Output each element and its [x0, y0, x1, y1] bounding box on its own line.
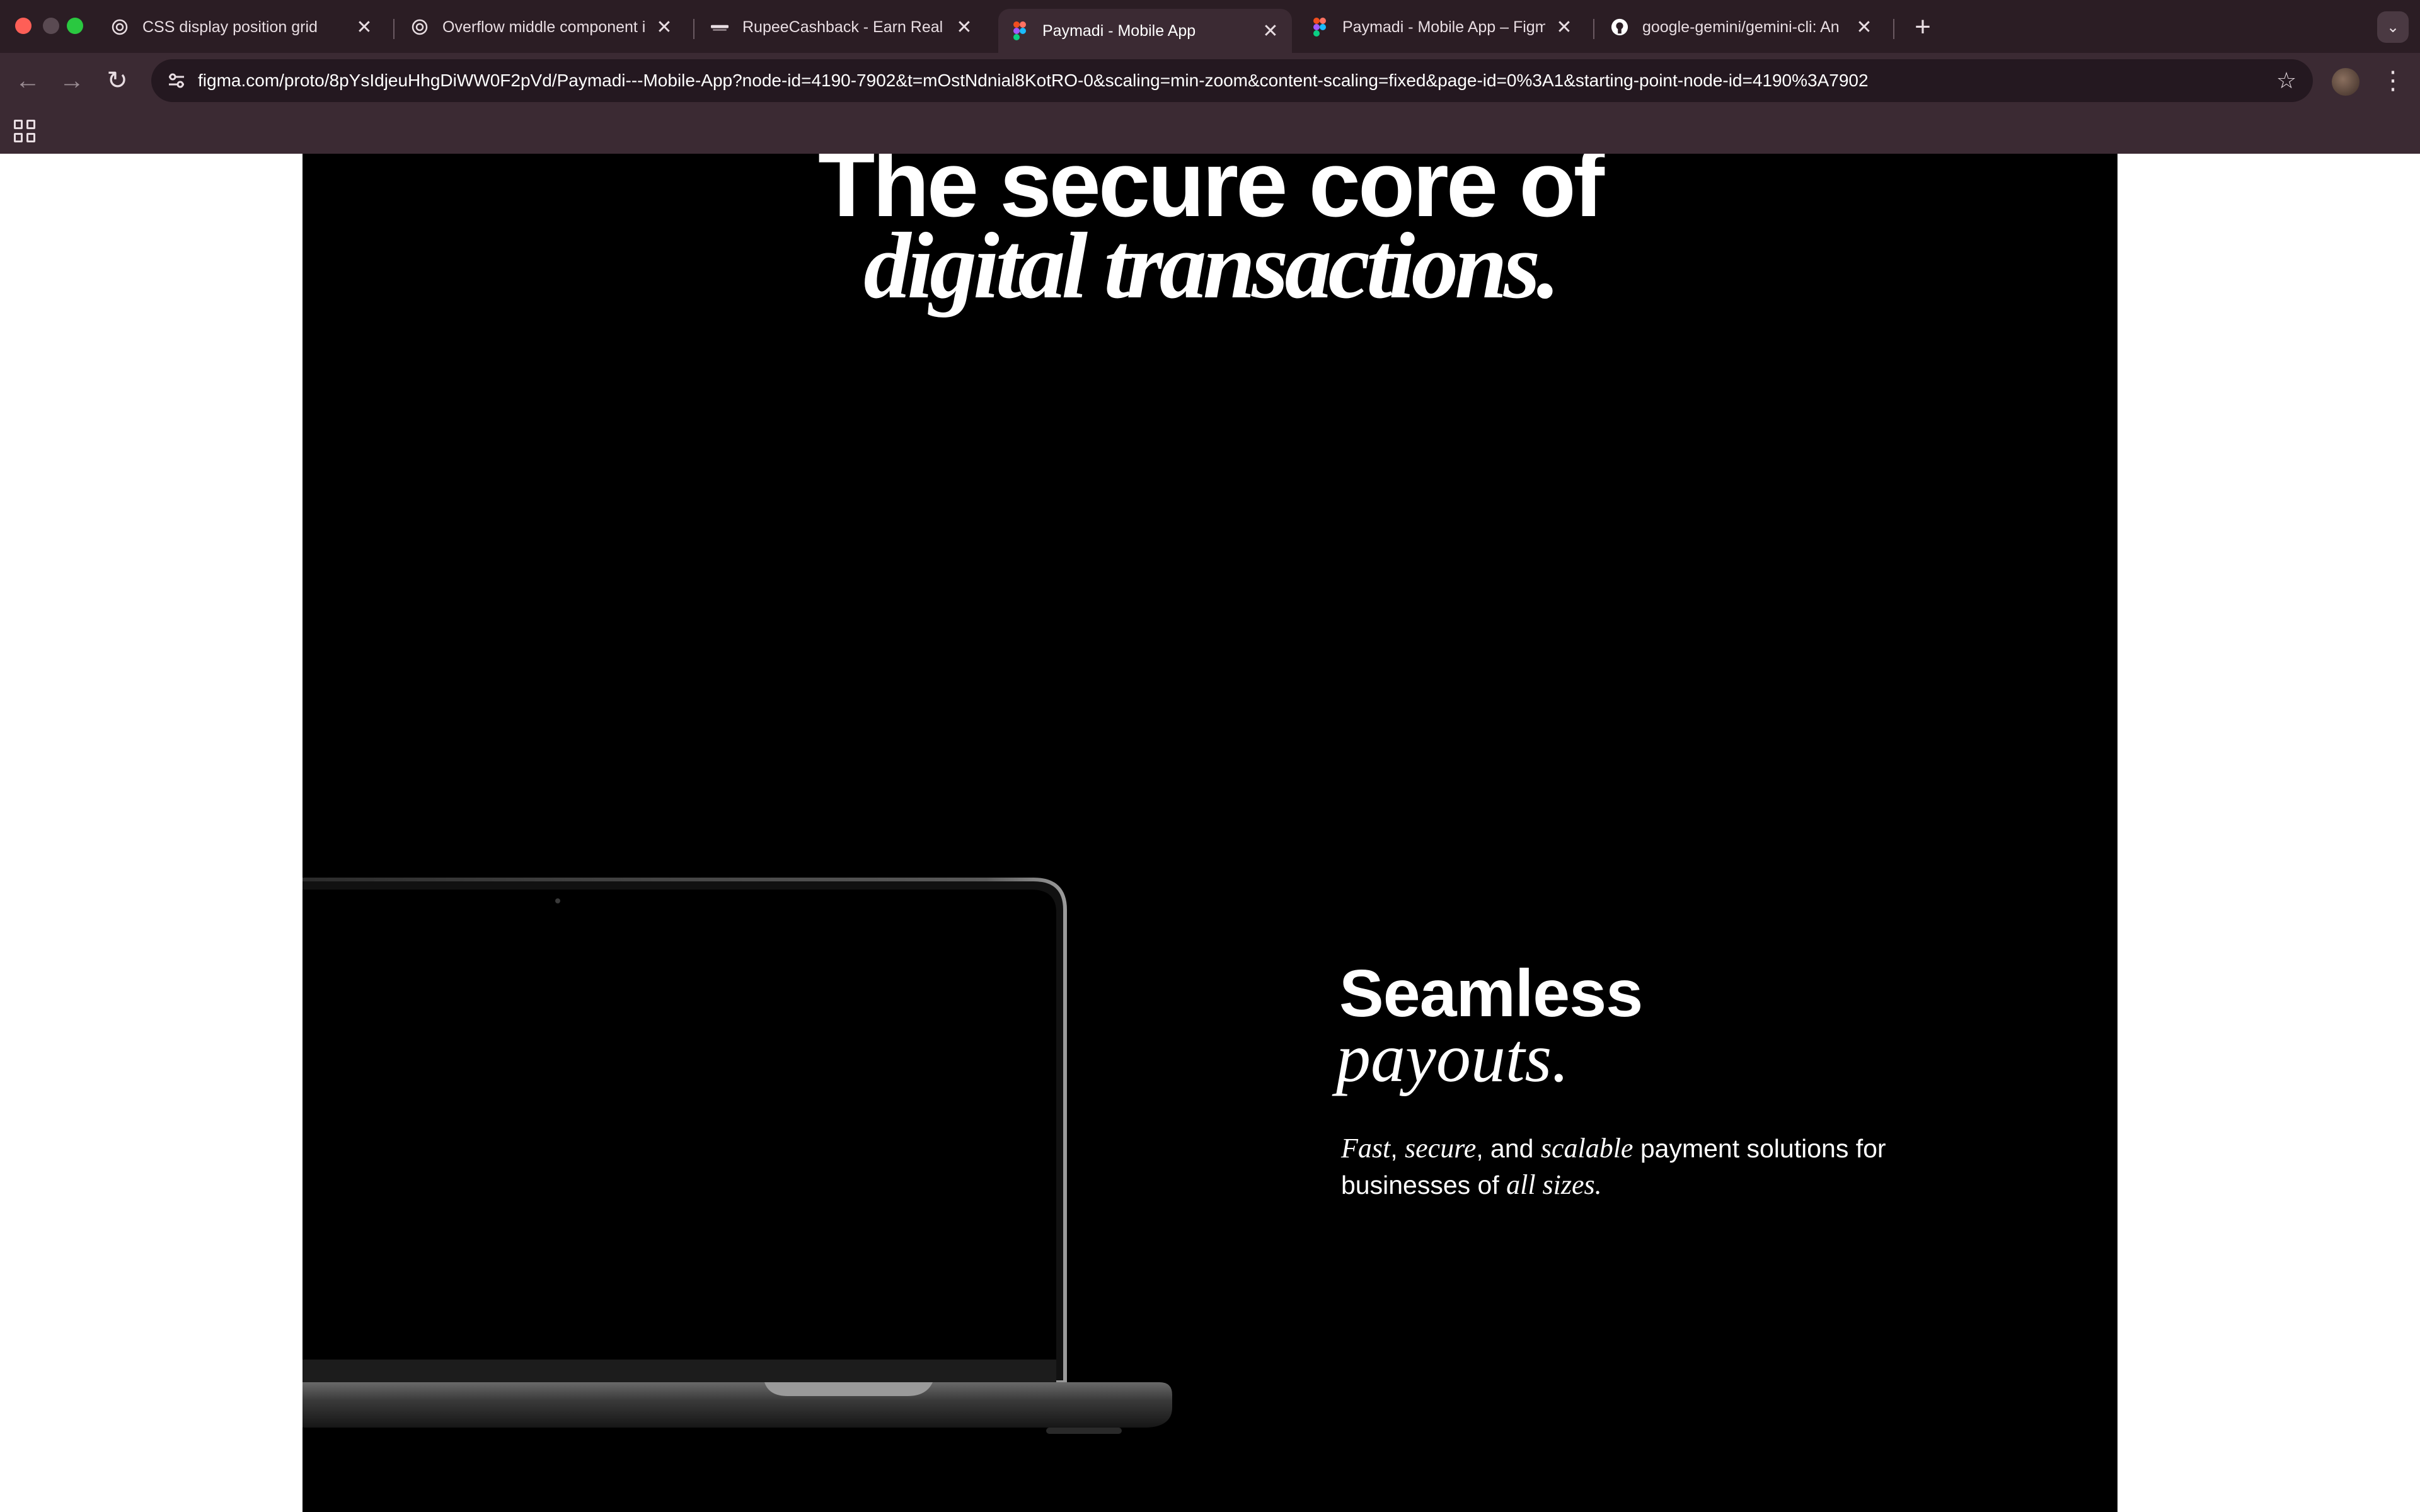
github-icon [1611, 18, 1628, 36]
reload-button[interactable]: ↻ [100, 63, 135, 98]
tab-title: CSS display position grid [142, 18, 318, 36]
tab-separator [393, 19, 395, 39]
arrow-left-icon: ← [15, 66, 40, 94]
close-tab-icon[interactable]: ✕ [355, 16, 373, 38]
desc-fast: Fast [1341, 1133, 1391, 1164]
desc-all-sizes: all sizes. [1506, 1169, 1602, 1200]
figma-icon [1011, 21, 1028, 40]
browser-tab[interactable]: google-gemini/gemini-cli: An ✕ [1598, 9, 1886, 45]
hero-heading-italic: digital transactions. [863, 214, 1560, 318]
tab-title: Paymadi - Mobile App – Figm [1342, 18, 1545, 36]
chatgpt-icon [411, 18, 429, 36]
feature-title: Seamless [1339, 956, 1643, 1031]
minimize-window-button[interactable] [43, 18, 59, 34]
forward-button[interactable]: → [54, 63, 89, 98]
browser-chrome: CSS display position grid ✕ Overflow mid… [0, 0, 2420, 154]
feature-description: Fast, secure, and scalable payment solut… [1341, 1130, 1908, 1203]
bookmark-star-icon[interactable]: ☆ [2269, 59, 2304, 102]
browser-menu-icon[interactable]: ⋮ [2377, 63, 2409, 98]
tab-separator [1593, 19, 1594, 39]
figma-icon [1311, 18, 1328, 37]
tab-search-button[interactable]: ⌄ [2377, 11, 2409, 43]
tab-strip: CSS display position grid ✕ Overflow mid… [0, 0, 2420, 53]
desc-sep: , [1390, 1134, 1405, 1163]
browser-tab[interactable]: Paymadi - Mobile App – Figm ✕ [1298, 9, 1586, 45]
desc-scalable: scalable [1540, 1133, 1634, 1164]
tab-title: google-gemini/gemini-cli: An [1642, 18, 1840, 36]
chatgpt-icon [111, 18, 129, 36]
close-tab-icon[interactable]: ✕ [655, 16, 673, 38]
laptop-image [302, 878, 1172, 1434]
tab-title: Overflow middle component i [442, 18, 645, 36]
reload-icon: ↻ [107, 67, 128, 94]
close-tab-icon[interactable]: ✕ [1262, 20, 1279, 42]
desc-secure: secure [1405, 1133, 1477, 1164]
back-button[interactable]: ← [10, 63, 45, 98]
close-tab-icon[interactable]: ✕ [1555, 16, 1573, 38]
rupeecashback-icon [711, 18, 729, 36]
page-viewport: The secure core of digital transactions. [0, 154, 2420, 1512]
browser-tab[interactable]: Overflow middle component i ✕ [398, 9, 686, 45]
desc-sep: , and [1476, 1134, 1541, 1163]
prototype-frame: The secure core of digital transactions. [302, 154, 2118, 1512]
extension-avatar[interactable] [2332, 68, 2360, 96]
address-bar[interactable]: figma.com/proto/8pYsIdjeuHhgDiWW0F2pVd/P… [151, 59, 2313, 102]
close-window-button[interactable] [15, 18, 32, 34]
url-text[interactable]: figma.com/proto/8pYsIdjeuHhgDiWW0F2pVd/P… [198, 59, 1869, 102]
browser-tab[interactable]: RupeeCashback - Earn Real M ✕ [698, 9, 986, 45]
feature-title-italic: payouts. [1336, 1019, 1569, 1096]
maximize-window-button[interactable] [67, 18, 83, 34]
chevron-down-icon: ⌄ [2386, 18, 2400, 36]
new-tab-button[interactable]: + [1904, 9, 1941, 45]
tab-separator [1893, 19, 1894, 39]
close-tab-icon[interactable]: ✕ [1855, 16, 1873, 38]
site-settings-icon[interactable] [165, 69, 188, 92]
arrow-right-icon: → [59, 66, 84, 94]
tab-title: Paymadi - Mobile App [1042, 21, 1196, 40]
close-tab-icon[interactable]: ✕ [955, 16, 973, 38]
tab-separator [693, 19, 694, 39]
browser-tab[interactable]: CSS display position grid ✕ [98, 9, 386, 45]
tab-title: RupeeCashback - Earn Real M [742, 18, 945, 36]
apps-grid-icon[interactable] [14, 120, 37, 142]
browser-tab-active[interactable]: Paymadi - Mobile App ✕ [998, 9, 1292, 53]
